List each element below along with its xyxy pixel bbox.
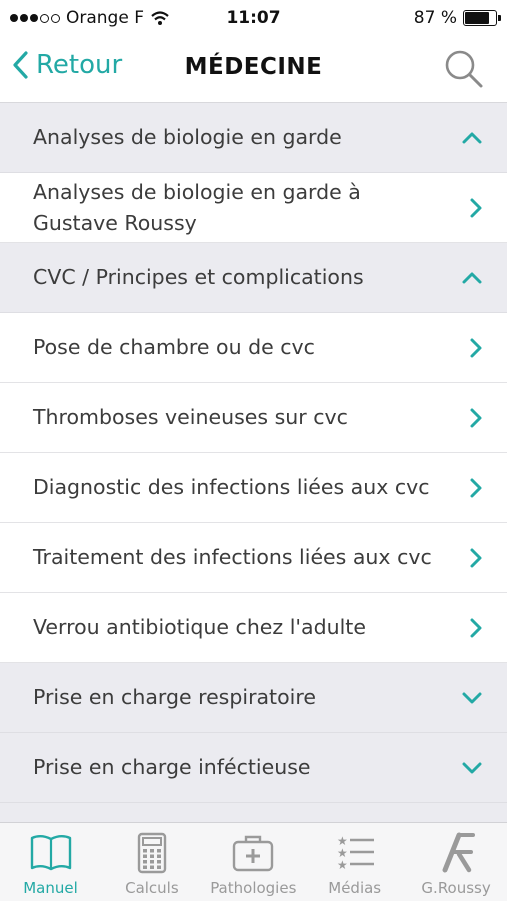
list-item-label: Analyses de biologie en garde à Gustave … — [33, 179, 361, 235]
section-title: CVC / Principes et complications — [33, 265, 364, 289]
section-header[interactable]: Prise en charge respiratoire — [0, 663, 507, 733]
battery-info: 87 % — [413, 8, 501, 28]
list-item[interactable]: Thromboses veineuses sur cvc — [0, 383, 507, 453]
section-title: Prise en charge inféctieuse — [33, 755, 311, 779]
star-list-icon: ★ ★ ★ — [337, 834, 374, 872]
section-title: Analyses de biologie en garde — [33, 125, 342, 149]
section-header[interactable]: CVC / Principes et complications — [0, 243, 507, 313]
list-item[interactable]: Diagnostic des infections liées aux cvc — [0, 453, 507, 523]
battery-percent: 87 % — [413, 8, 457, 28]
tab-bar: Manuel Calculs Pathologies ★ ★ ★ Médias G… — [0, 822, 507, 901]
svg-text:★: ★ — [337, 858, 348, 872]
tab-label: Manuel — [23, 879, 78, 897]
list-item-label: Thromboses veineuses sur cvc — [33, 405, 348, 429]
search-icon[interactable] — [443, 48, 485, 90]
list-item[interactable]: Analyses de biologie en garde à Gustave … — [0, 173, 507, 243]
section-header[interactable]: Analyses de biologie en garde — [0, 103, 507, 173]
chevron-right-icon — [470, 618, 482, 637]
chevron-down-icon — [462, 692, 482, 703]
chevron-up-icon — [462, 132, 482, 143]
list-item-label: Verrou antibiotique chez l'adulte — [33, 615, 366, 639]
chevron-right-icon — [470, 408, 482, 427]
tab-label: Pathologies — [210, 879, 297, 897]
tab-medical-kit[interactable]: Pathologies — [203, 823, 304, 901]
chevron-right-icon — [470, 478, 482, 497]
section-list[interactable]: Analyses de biologie en garde Analyses de… — [0, 103, 507, 822]
chevron-up-icon — [462, 272, 482, 283]
list-item[interactable]: Pose de chambre ou de cvc — [0, 313, 507, 383]
tab-label: G.Roussy — [421, 879, 491, 897]
book-icon — [30, 835, 71, 871]
tab-book[interactable]: Manuel — [0, 823, 101, 901]
status-bar: Orange F 11:07 87 % — [0, 0, 507, 36]
tab-star-list[interactable]: ★ ★ ★ Médias — [304, 823, 405, 901]
list-item-label: Traitement des infections liées aux cvc — [33, 545, 432, 569]
section-header[interactable]: Prise en charge néphrologique — [0, 803, 507, 822]
list-item[interactable]: Traitement des infections liées aux cvc — [0, 523, 507, 593]
list-item-label: Diagnostic des infections liées aux cvc — [33, 475, 430, 499]
chevron-down-icon — [462, 762, 482, 773]
tab-calculator[interactable]: Calculs — [101, 823, 202, 901]
chevron-right-icon — [470, 548, 482, 567]
tab-g-roussy-logo[interactable]: G.Roussy — [406, 823, 507, 901]
section-header[interactable]: Prise en charge inféctieuse — [0, 733, 507, 803]
chevron-right-icon — [470, 338, 482, 357]
g-roussy-logo-icon — [442, 832, 476, 873]
tab-label: Calculs — [125, 879, 179, 897]
navigation-bar: Retour MÉDECINE — [0, 36, 507, 103]
calculator-icon — [137, 832, 167, 874]
section-title: Prise en charge respiratoire — [33, 685, 316, 709]
chevron-right-icon — [470, 198, 482, 217]
medical-kit-icon — [233, 835, 274, 872]
battery-icon — [463, 10, 501, 26]
page-title: MÉDECINE — [184, 54, 323, 80]
tab-label: Médias — [328, 879, 382, 897]
list-item[interactable]: Verrou antibiotique chez l'adulte — [0, 593, 507, 663]
list-item-label: Pose de chambre ou de cvc — [33, 335, 315, 359]
